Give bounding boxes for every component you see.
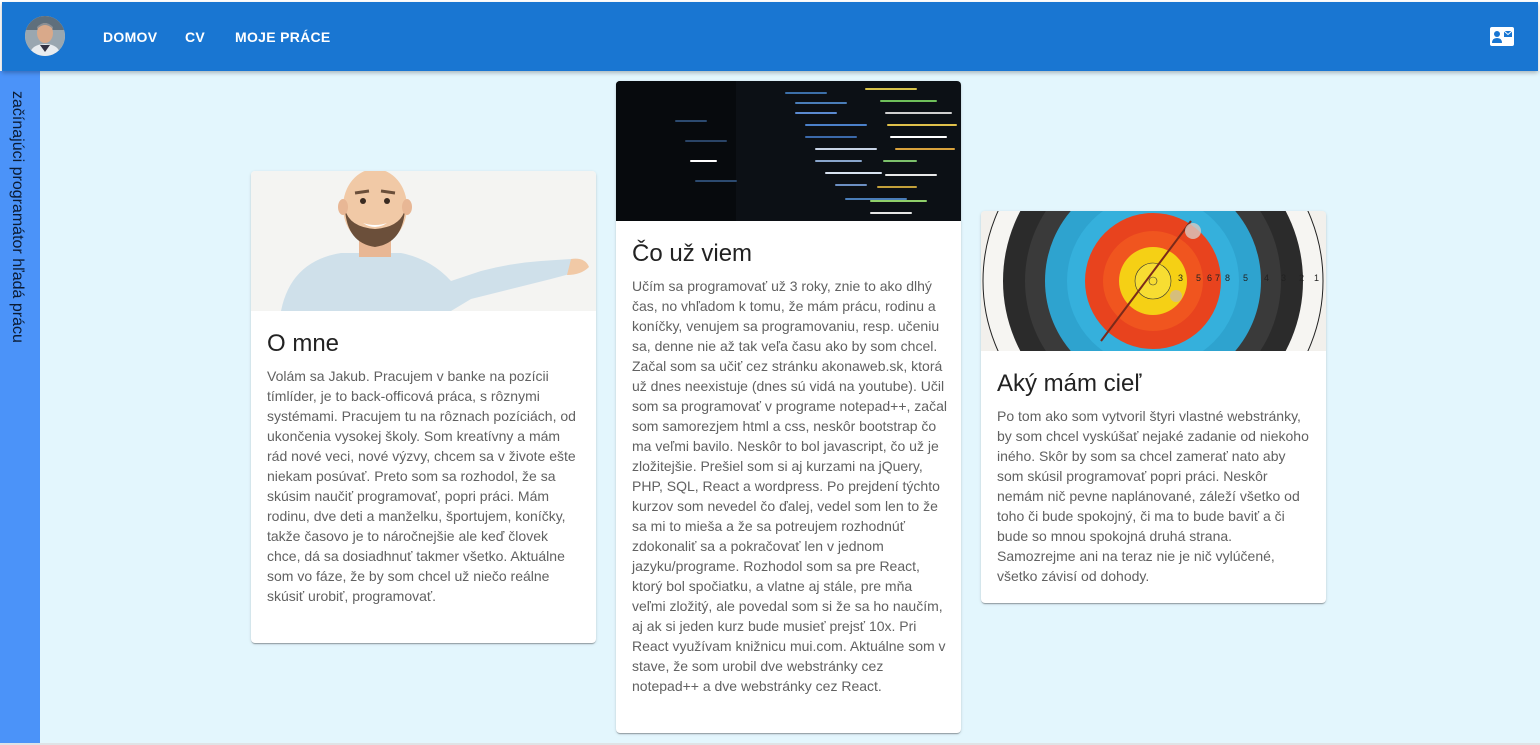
card-o-mne: O mne Volám sa Jakub. Pracujem v banke n… xyxy=(251,171,596,643)
contact-mail-icon[interactable] xyxy=(1490,27,1514,46)
archery-target-photo: 3 5 6 7 8 5 4 3 2 1 xyxy=(981,211,1326,351)
sidebar-tagline: začínajúci programátor hľadá prácu xyxy=(9,91,26,343)
sidebar: začínajúci programátor hľadá prácu xyxy=(0,71,40,743)
card-text: Po tom ako som vytvoril štyri vlastné we… xyxy=(997,408,1309,584)
card-co-uz-viem: Čo už viem Učím sa programovať už 3 roky… xyxy=(616,81,961,733)
ring-number: 3 xyxy=(1281,273,1286,283)
code-screen-photo xyxy=(616,81,961,221)
ring-number: 1 xyxy=(1314,273,1319,283)
ring-number: 8 xyxy=(1225,273,1230,283)
profile-photo xyxy=(25,16,65,56)
nav-cv[interactable]: CV xyxy=(185,26,205,48)
ring-number: 2 xyxy=(1299,273,1304,283)
nav-domov[interactable]: DOMOV xyxy=(103,26,157,48)
avatar[interactable] xyxy=(25,16,65,56)
card-text: Učím sa programovať už 3 roky, znie to a… xyxy=(632,278,947,694)
card-title: O mne xyxy=(267,330,340,357)
card-aky-mam-ciel: 3 5 6 7 8 5 4 3 2 1 Aký mám cieľ Po tom … xyxy=(981,211,1326,603)
card-title: Čo už viem xyxy=(632,240,753,267)
ring-number: 7 xyxy=(1215,273,1220,283)
app-bar: DOMOV CV MOJE PRÁCE xyxy=(2,2,1538,71)
nav-moje-prace[interactable]: MOJE PRÁCE xyxy=(235,26,331,48)
man-presenting-illustration xyxy=(251,171,596,311)
card-title: Aký mám cieľ xyxy=(997,370,1142,397)
ring-number: 3 xyxy=(1178,273,1183,283)
card-text: Volám sa Jakub. Pracujem v banke na pozí… xyxy=(267,368,576,604)
ring-number: 5 xyxy=(1243,273,1248,283)
ring-number: 5 xyxy=(1196,273,1201,283)
ring-number: 6 xyxy=(1207,273,1212,283)
ring-number: 4 xyxy=(1264,273,1269,283)
